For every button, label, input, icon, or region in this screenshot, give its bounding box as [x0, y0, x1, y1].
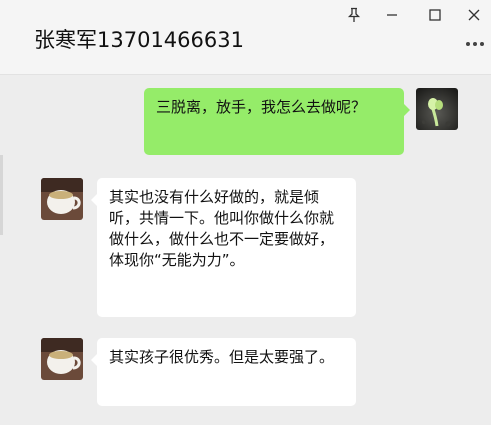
incoming-message-bubble[interactable]: 其实孩子很优秀。但是太要强了。 — [97, 338, 356, 406]
chat-header: 张寒军13701466631 — [0, 0, 491, 75]
bubble-tail — [404, 104, 410, 116]
minimize-icon[interactable] — [380, 4, 404, 26]
message-text: 其实也没有什么好做的，就是倾听，共情一下。他叫你做什么你就做什么，做什么也不一定… — [109, 188, 335, 269]
scroll-edge — [0, 155, 3, 235]
pin-icon[interactable] — [342, 4, 366, 26]
message-text: 其实孩子很优秀。但是太要强了。 — [109, 348, 335, 366]
close-icon[interactable] — [462, 4, 486, 26]
chat-title: 张寒军13701466631 — [34, 28, 244, 52]
incoming-message-bubble[interactable]: 其实也没有什么好做的，就是倾听，共情一下。他叫你做什么你就做什么，做什么也不一定… — [97, 178, 356, 317]
message-text: 三脱离，放手，我怎么去做呢？ — [156, 98, 367, 116]
teacup-avatar[interactable] — [41, 178, 83, 220]
chat-window: 张寒军13701466631 三脱离，放手，我怎么去做呢？ 其实也没有什么好做的… — [0, 0, 491, 425]
maximize-icon[interactable] — [423, 4, 447, 26]
teacup-avatar[interactable] — [41, 338, 83, 380]
more-dots-icon[interactable] — [462, 36, 488, 52]
sprout-avatar[interactable] — [416, 88, 458, 130]
outgoing-message-bubble[interactable]: 三脱离，放手，我怎么去做呢？ — [144, 88, 404, 155]
